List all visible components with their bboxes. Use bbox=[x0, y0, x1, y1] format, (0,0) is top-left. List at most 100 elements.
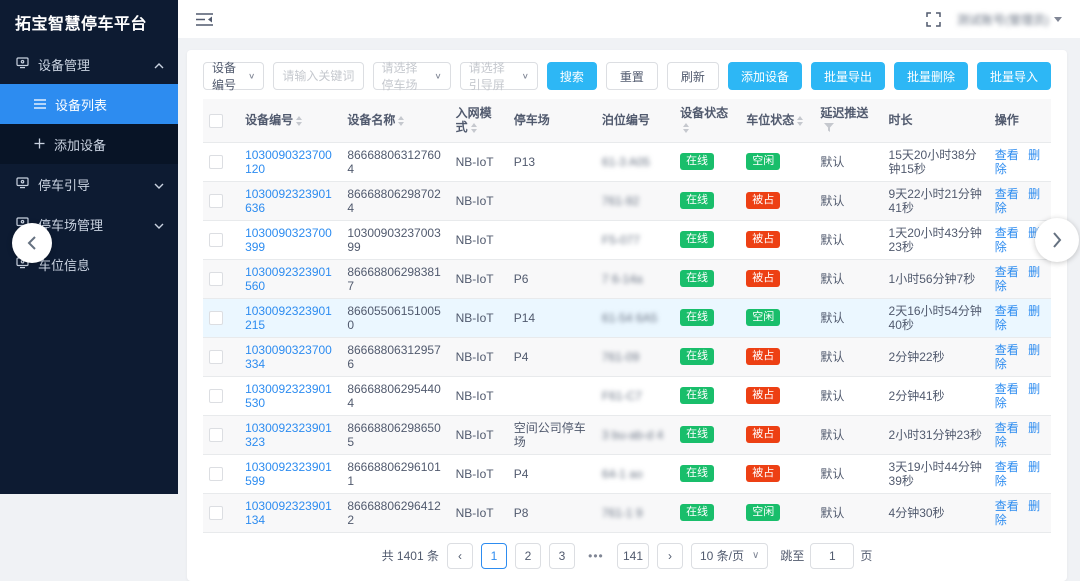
row-checkbox[interactable] bbox=[209, 194, 223, 208]
row-checkbox[interactable] bbox=[209, 428, 223, 442]
page-button[interactable]: 3 bbox=[549, 543, 575, 569]
device-status-badge: 在线 bbox=[680, 504, 714, 521]
view-link[interactable]: 查看 bbox=[995, 265, 1019, 279]
row-checkbox[interactable] bbox=[209, 467, 223, 481]
delay-push: 默认 bbox=[820, 467, 844, 481]
duration: 2小时31分钟23秒 bbox=[889, 428, 982, 442]
parking-lot-select[interactable]: 请选择停车场 ∨ bbox=[373, 62, 451, 90]
berth-number-blurred: F5-077 bbox=[602, 233, 640, 247]
network-mode: NB-IoT bbox=[456, 233, 494, 247]
duration: 2天16小时54分钟40秒 bbox=[889, 304, 982, 332]
filter-icon[interactable] bbox=[824, 121, 834, 135]
space-status-badge: 被占 bbox=[746, 465, 780, 482]
view-link[interactable]: 查看 bbox=[995, 187, 1019, 201]
sort-icon[interactable] bbox=[296, 116, 302, 126]
network-mode: NB-IoT bbox=[456, 350, 494, 364]
view-link[interactable]: 查看 bbox=[995, 304, 1019, 318]
fullscreen-icon[interactable] bbox=[926, 12, 941, 27]
device-id-link[interactable]: 1030090323700334 bbox=[245, 343, 332, 371]
content-area: 设备编号 ∨ 请选择停车场 ∨ 请选择引导屏 ∨ 搜索 重置 刷新 bbox=[178, 38, 1080, 581]
device-id-link[interactable]: 1030092323901530 bbox=[245, 382, 332, 410]
reset-button[interactable]: 重置 bbox=[606, 62, 658, 90]
add-device-button[interactable]: 添加设备 bbox=[728, 62, 802, 90]
batch-export-button[interactable]: 批量导出 bbox=[811, 62, 885, 90]
sidebar-item-device-management[interactable]: 设备管理 bbox=[0, 44, 178, 84]
collapse-left-button[interactable] bbox=[12, 223, 52, 263]
device-id-link[interactable]: 1030092323901599 bbox=[245, 460, 332, 488]
scroll-right-button[interactable] bbox=[1035, 218, 1079, 262]
row-checkbox[interactable] bbox=[209, 233, 223, 247]
view-link[interactable]: 查看 bbox=[995, 226, 1019, 240]
keyword-input[interactable] bbox=[282, 69, 354, 83]
page-button[interactable]: 2 bbox=[515, 543, 541, 569]
device-name: 866688062983817 bbox=[347, 265, 440, 293]
space-status-badge: 被占 bbox=[746, 231, 780, 248]
screen-icon bbox=[16, 176, 29, 192]
view-link[interactable]: 查看 bbox=[995, 148, 1019, 162]
page-jump-input[interactable] bbox=[810, 543, 854, 569]
berth-number-blurred: 761-1 9 bbox=[602, 506, 643, 520]
filter-toolbar: 设备编号 ∨ 请选择停车场 ∨ 请选择引导屏 ∨ 搜索 重置 刷新 bbox=[203, 62, 1051, 90]
sort-icon[interactable] bbox=[398, 116, 404, 126]
duration: 1小时56分钟7秒 bbox=[889, 272, 976, 286]
duration: 2分钟22秒 bbox=[889, 350, 945, 364]
guidance-screen-select[interactable]: 请选择引导屏 ∨ bbox=[460, 62, 538, 90]
chevron-down-icon bbox=[154, 177, 164, 192]
device-status-badge: 在线 bbox=[680, 231, 714, 248]
search-field-select[interactable]: 设备编号 ∨ bbox=[203, 62, 264, 90]
device-id-link[interactable]: 1030092323901323 bbox=[245, 421, 332, 449]
device-id-link[interactable]: 1030090323700399 bbox=[245, 226, 332, 254]
parking-lot: P6 bbox=[514, 272, 529, 286]
select-all-header bbox=[203, 99, 239, 142]
row-checkbox[interactable] bbox=[209, 506, 223, 520]
user-menu[interactable]: 测试账号(管理员) bbox=[957, 11, 1062, 28]
column-header[interactable]: 设备状态 bbox=[674, 99, 740, 142]
row-checkbox[interactable] bbox=[209, 311, 223, 325]
device-id-link[interactable]: 1030092323901134 bbox=[245, 499, 332, 527]
next-page-button[interactable]: › bbox=[657, 543, 683, 569]
sort-icon[interactable] bbox=[471, 123, 477, 133]
row-checkbox[interactable] bbox=[209, 350, 223, 364]
row-checkbox[interactable] bbox=[209, 155, 223, 169]
batch-import-button[interactable]: 批量导入 bbox=[977, 62, 1051, 90]
menu-fold-icon[interactable] bbox=[196, 12, 213, 27]
sidebar-item-parking-guidance[interactable]: 停车引导 bbox=[0, 164, 178, 204]
prev-page-button[interactable]: ‹ bbox=[447, 543, 473, 569]
column-header[interactable]: 设备名称 bbox=[341, 99, 449, 142]
batch-delete-button[interactable]: 批量删除 bbox=[894, 62, 968, 90]
sort-icon[interactable] bbox=[797, 116, 803, 126]
space-status-badge: 被占 bbox=[746, 192, 780, 209]
table-row: 1030092323901636 866688062987024 NB-IoT … bbox=[203, 181, 1051, 220]
search-button[interactable]: 搜索 bbox=[547, 62, 597, 90]
parking-lot: P13 bbox=[514, 155, 535, 169]
row-checkbox[interactable] bbox=[209, 272, 223, 286]
column-header[interactable]: 设备编号 bbox=[239, 99, 341, 142]
page-button[interactable]: 1 bbox=[481, 543, 507, 569]
page-button[interactable]: 141 bbox=[617, 543, 649, 569]
keyword-input-wrap bbox=[273, 62, 363, 90]
sidebar-item-device-list[interactable]: 设备列表 bbox=[0, 84, 178, 124]
device-id-link[interactable]: 1030092323901560 bbox=[245, 265, 332, 293]
device-name: 866688062986505 bbox=[347, 421, 440, 449]
refresh-button[interactable]: 刷新 bbox=[667, 62, 719, 90]
view-link[interactable]: 查看 bbox=[995, 499, 1019, 513]
view-link[interactable]: 查看 bbox=[995, 460, 1019, 474]
sort-icon[interactable] bbox=[683, 123, 689, 133]
view-link[interactable]: 查看 bbox=[995, 421, 1019, 435]
page-size-select[interactable]: 10 条/页 ∨ bbox=[691, 543, 768, 569]
sidebar-item-add-device[interactable]: 添加设备 bbox=[0, 124, 178, 164]
column-header[interactable]: 车位状态 bbox=[740, 99, 814, 142]
column-header[interactable]: 入网模式 bbox=[450, 99, 508, 142]
row-checkbox[interactable] bbox=[209, 389, 223, 403]
list-icon bbox=[34, 97, 46, 112]
device-status-badge: 在线 bbox=[680, 270, 714, 287]
device-id-link[interactable]: 1030092323901636 bbox=[245, 187, 332, 215]
device-id-link[interactable]: 1030092323901215 bbox=[245, 304, 332, 332]
device-id-link[interactable]: 1030090323700120 bbox=[245, 148, 332, 176]
view-link[interactable]: 查看 bbox=[995, 382, 1019, 396]
column-header[interactable]: 延迟推送 bbox=[814, 99, 882, 142]
view-link[interactable]: 查看 bbox=[995, 343, 1019, 357]
berth-number-blurred: 3 bu-ab-d 4 bbox=[602, 428, 663, 442]
select-all-checkbox[interactable] bbox=[209, 114, 223, 128]
column-header: 停车场 bbox=[508, 99, 596, 142]
